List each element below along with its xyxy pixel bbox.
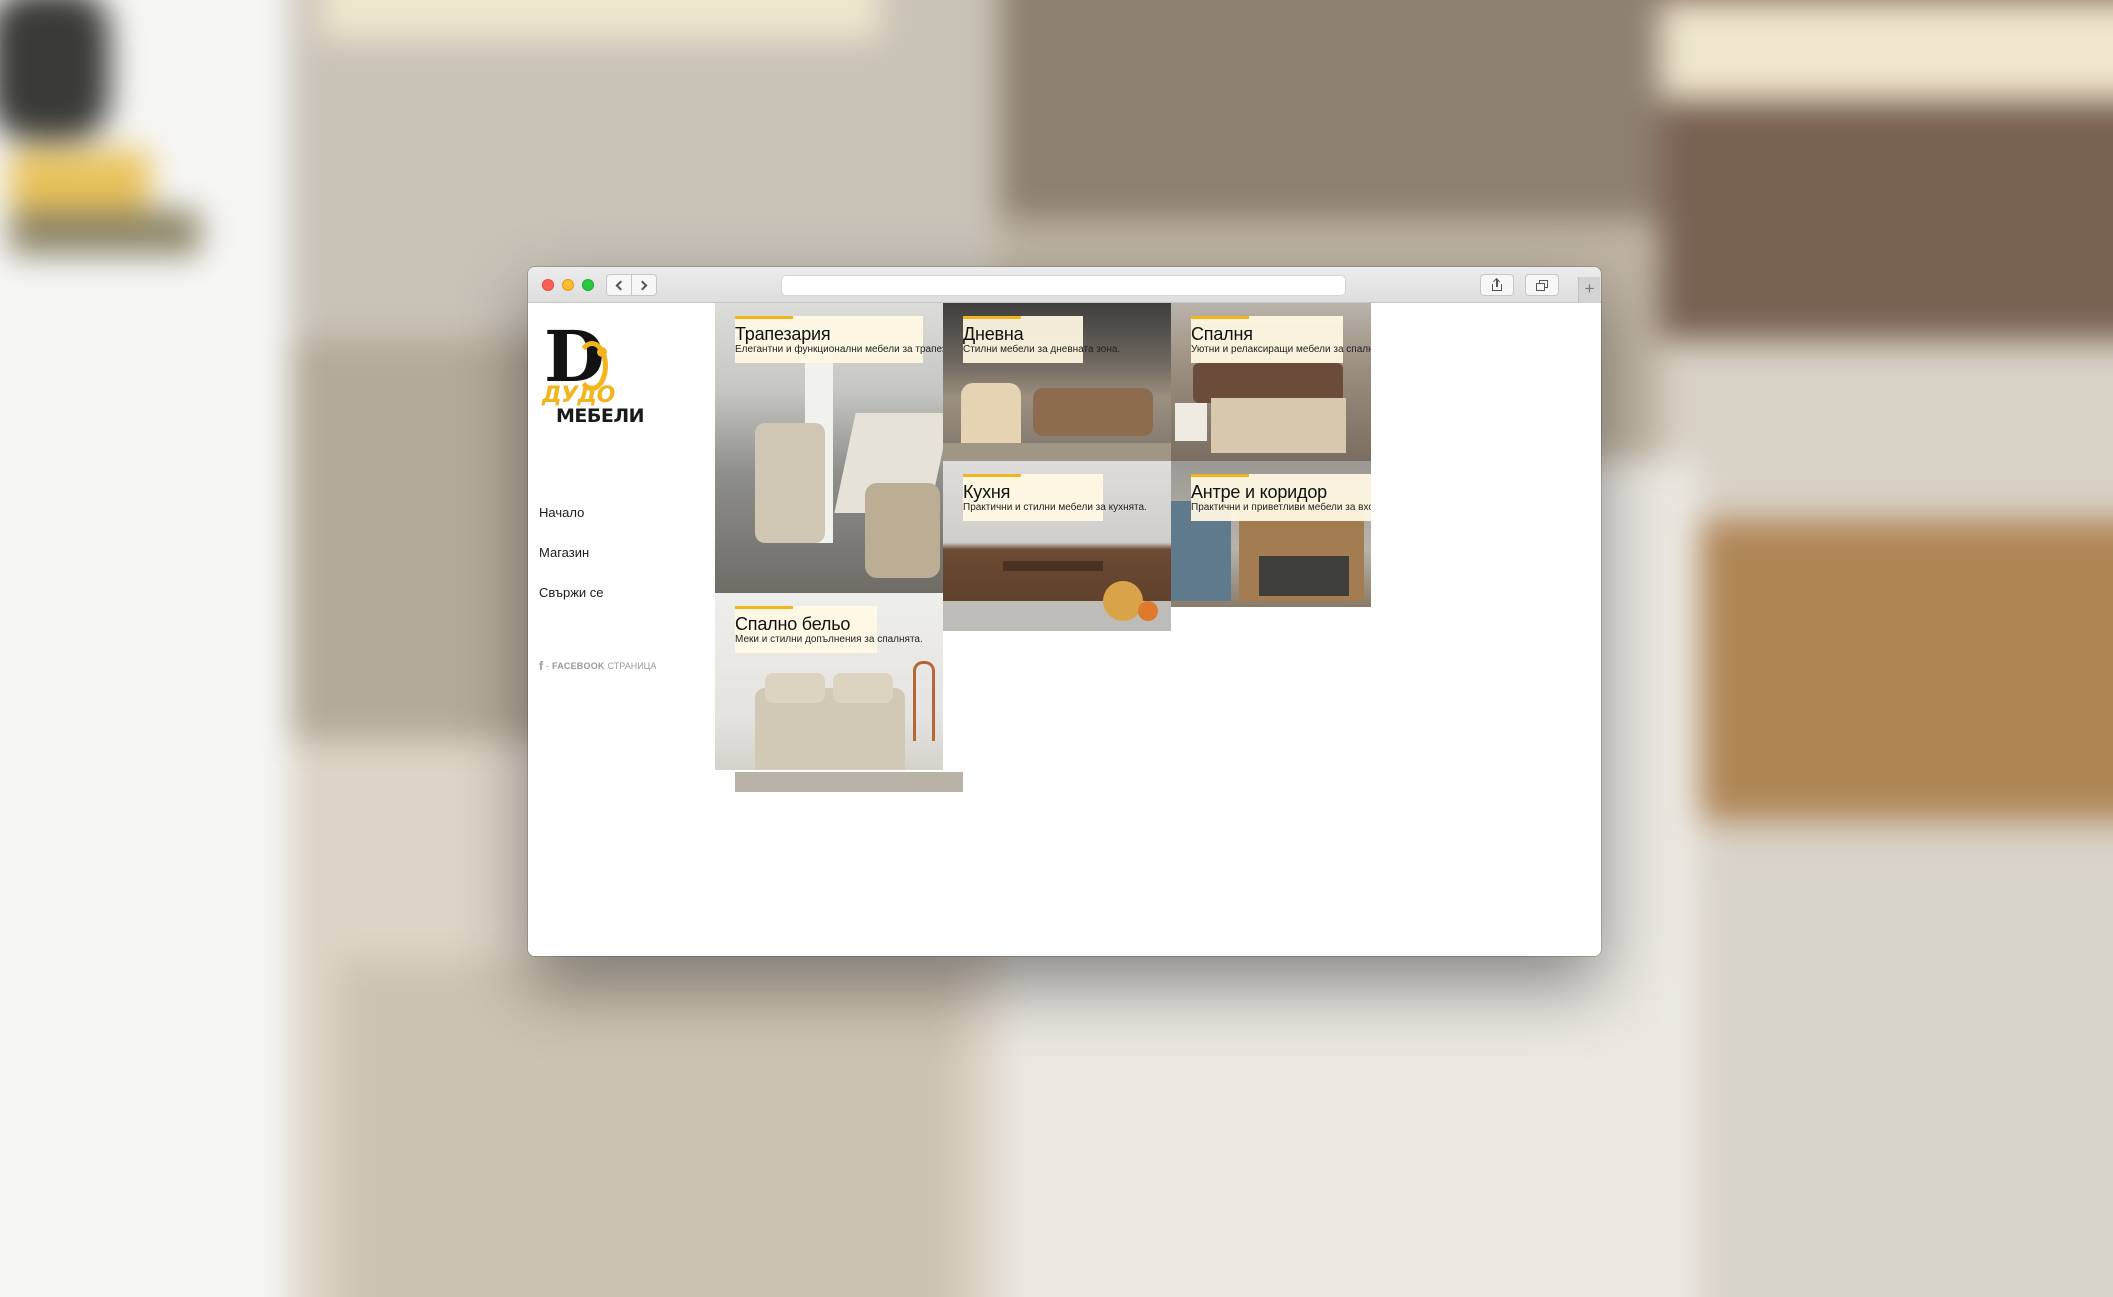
category-tile-kitchen[interactable]: Кухня Практични и стилни мебели за кухня… (943, 461, 1171, 631)
category-title: Трапезария (735, 324, 831, 344)
chevron-right-icon (637, 280, 648, 290)
new-tab-button[interactable]: + (1578, 277, 1600, 303)
browser-window: + D ДУДО МЕБЕЛИ Начало Магазин Свържи се… (528, 267, 1601, 956)
minimize-window-button[interactable] (562, 279, 574, 291)
menu-item-home[interactable]: Начало (539, 505, 604, 545)
category-subtitle: Практични и стилни мебели за кухнята. (963, 502, 1147, 513)
category-subtitle: Стилни мебели за дневната зона. (963, 344, 1121, 355)
category-caption: Кухня Практични и стилни мебели за кухня… (963, 474, 1147, 521)
category-caption: Трапезария Елегантни и функционални мебе… (735, 316, 943, 363)
category-subtitle: Меки и стилни допълнения за спалнята. (735, 634, 923, 645)
logo-dot-shape (597, 347, 607, 357)
site-sidebar: D ДУДО МЕБЕЛИ Начало Магазин Свържи се f… (528, 303, 715, 956)
category-tile-hallway[interactable]: Антре и коридор Практични и приветливи м… (1171, 461, 1371, 607)
facebook-label: СТРАНИЦА (607, 661, 657, 671)
category-title: Антре и коридор (1191, 482, 1327, 502)
logo-text-line2: МЕБЕЛИ (556, 405, 645, 427)
category-tile-living[interactable]: Дневна Стилни мебели за дневната зона. (943, 303, 1171, 461)
zoom-window-button[interactable] (582, 279, 594, 291)
category-subtitle: Практични и приветливи мебели за входнат… (1191, 502, 1371, 513)
tabs-icon (1536, 279, 1548, 291)
category-title: Дневна (963, 324, 1024, 344)
facebook-label-bold: FACEBOOK (552, 661, 605, 671)
category-caption: Дневна Стилни мебели за дневната зона. (963, 316, 1121, 363)
category-tile-bedroom[interactable]: Спалня Уютни и релаксиращи мебели за спа… (1171, 303, 1371, 461)
chevron-left-icon (615, 280, 626, 290)
facebook-page-link[interactable]: f - FACEBOOK СТРАНИЦА (539, 659, 656, 673)
category-grid: Трапезария Елегантни и функционални мебе… (715, 303, 1601, 956)
site-logo[interactable]: D ДУДО МЕБЕЛИ (542, 315, 652, 429)
menu-item-contact[interactable]: Свържи се (539, 585, 604, 625)
category-title: Кухня (963, 482, 1011, 502)
show-tabs-button[interactable] (1525, 274, 1559, 296)
menu-item-shop[interactable]: Магазин (539, 545, 604, 585)
category-subtitle: Уютни и релаксиращи мебели за спалнята. (1191, 344, 1371, 355)
address-bar[interactable] (781, 275, 1346, 296)
forward-button[interactable] (631, 274, 657, 296)
category-caption: Антре и коридор Практични и приветливи м… (1191, 474, 1371, 521)
category-title: Спално бельо (735, 614, 851, 634)
share-button[interactable] (1480, 274, 1514, 296)
category-tile-partial[interactable] (735, 772, 963, 792)
category-tile-bedding[interactable]: Спално бельо Меки и стилни допълнения за… (715, 593, 943, 770)
category-tile-dining[interactable]: Трапезария Елегантни и функционални мебе… (715, 303, 943, 593)
facebook-prefix: - (546, 661, 549, 671)
main-menu: Начало Магазин Свържи се (539, 505, 604, 625)
category-caption: Спално бельо Меки и стилни допълнения за… (735, 606, 923, 653)
category-subtitle: Елегантни и функционални мебели за трапе… (735, 344, 943, 355)
category-title: Спалня (1191, 324, 1253, 344)
share-icon (1492, 277, 1502, 291)
close-window-button[interactable] (542, 279, 554, 291)
category-caption: Спалня Уютни и релаксиращи мебели за спа… (1191, 316, 1371, 363)
browser-toolbar: + (528, 267, 1601, 303)
back-button[interactable] (606, 274, 632, 296)
facebook-icon: f (539, 659, 543, 673)
